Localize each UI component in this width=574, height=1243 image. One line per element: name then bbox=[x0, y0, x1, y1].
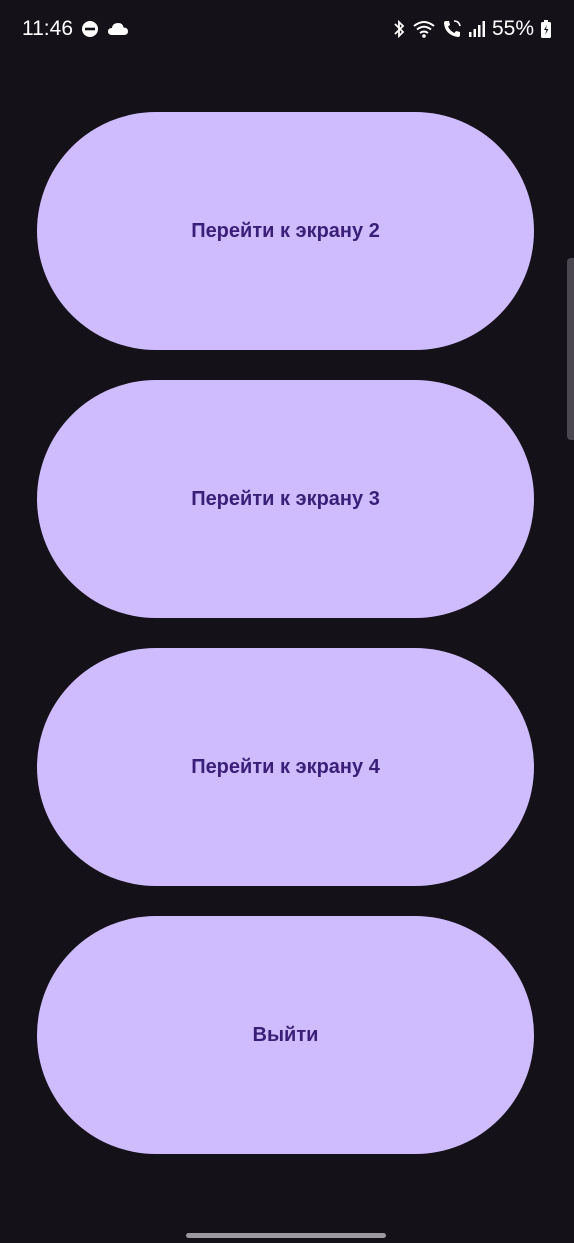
battery-percent: 55% bbox=[491, 17, 534, 40]
app-screen: 11:46 55% Перейти к экрану 2 Перейти к э… bbox=[0, 0, 574, 1243]
exit-label: Выйти bbox=[252, 1023, 319, 1046]
bluetooth-icon bbox=[392, 19, 406, 39]
do-not-disturb-icon bbox=[81, 20, 99, 38]
status-bar: 11:46 55% bbox=[0, 0, 574, 62]
exit-button[interactable]: Выйти bbox=[37, 916, 534, 1154]
go-to-screen-3-label: Перейти к экрану 3 bbox=[191, 487, 380, 510]
wifi-call-icon bbox=[442, 19, 462, 39]
go-to-screen-2-label: Перейти к экрану 2 bbox=[191, 219, 380, 242]
go-to-screen-4-label: Перейти к экрану 4 bbox=[191, 755, 380, 778]
battery-icon bbox=[540, 19, 552, 39]
status-time: 11:46 bbox=[22, 17, 73, 40]
wifi-icon bbox=[412, 19, 436, 39]
scrollbar[interactable] bbox=[567, 258, 574, 440]
go-to-screen-4-button[interactable]: Перейти к экрану 4 bbox=[37, 648, 534, 886]
signal-icon bbox=[468, 20, 486, 38]
home-indicator[interactable] bbox=[186, 1233, 386, 1238]
status-left: 11:46 bbox=[22, 17, 129, 41]
status-right: 55% bbox=[392, 17, 552, 41]
go-to-screen-3-button[interactable]: Перейти к экрану 3 bbox=[37, 380, 534, 618]
cloud-icon bbox=[107, 21, 129, 37]
go-to-screen-2-button[interactable]: Перейти к экрану 2 bbox=[37, 112, 534, 350]
